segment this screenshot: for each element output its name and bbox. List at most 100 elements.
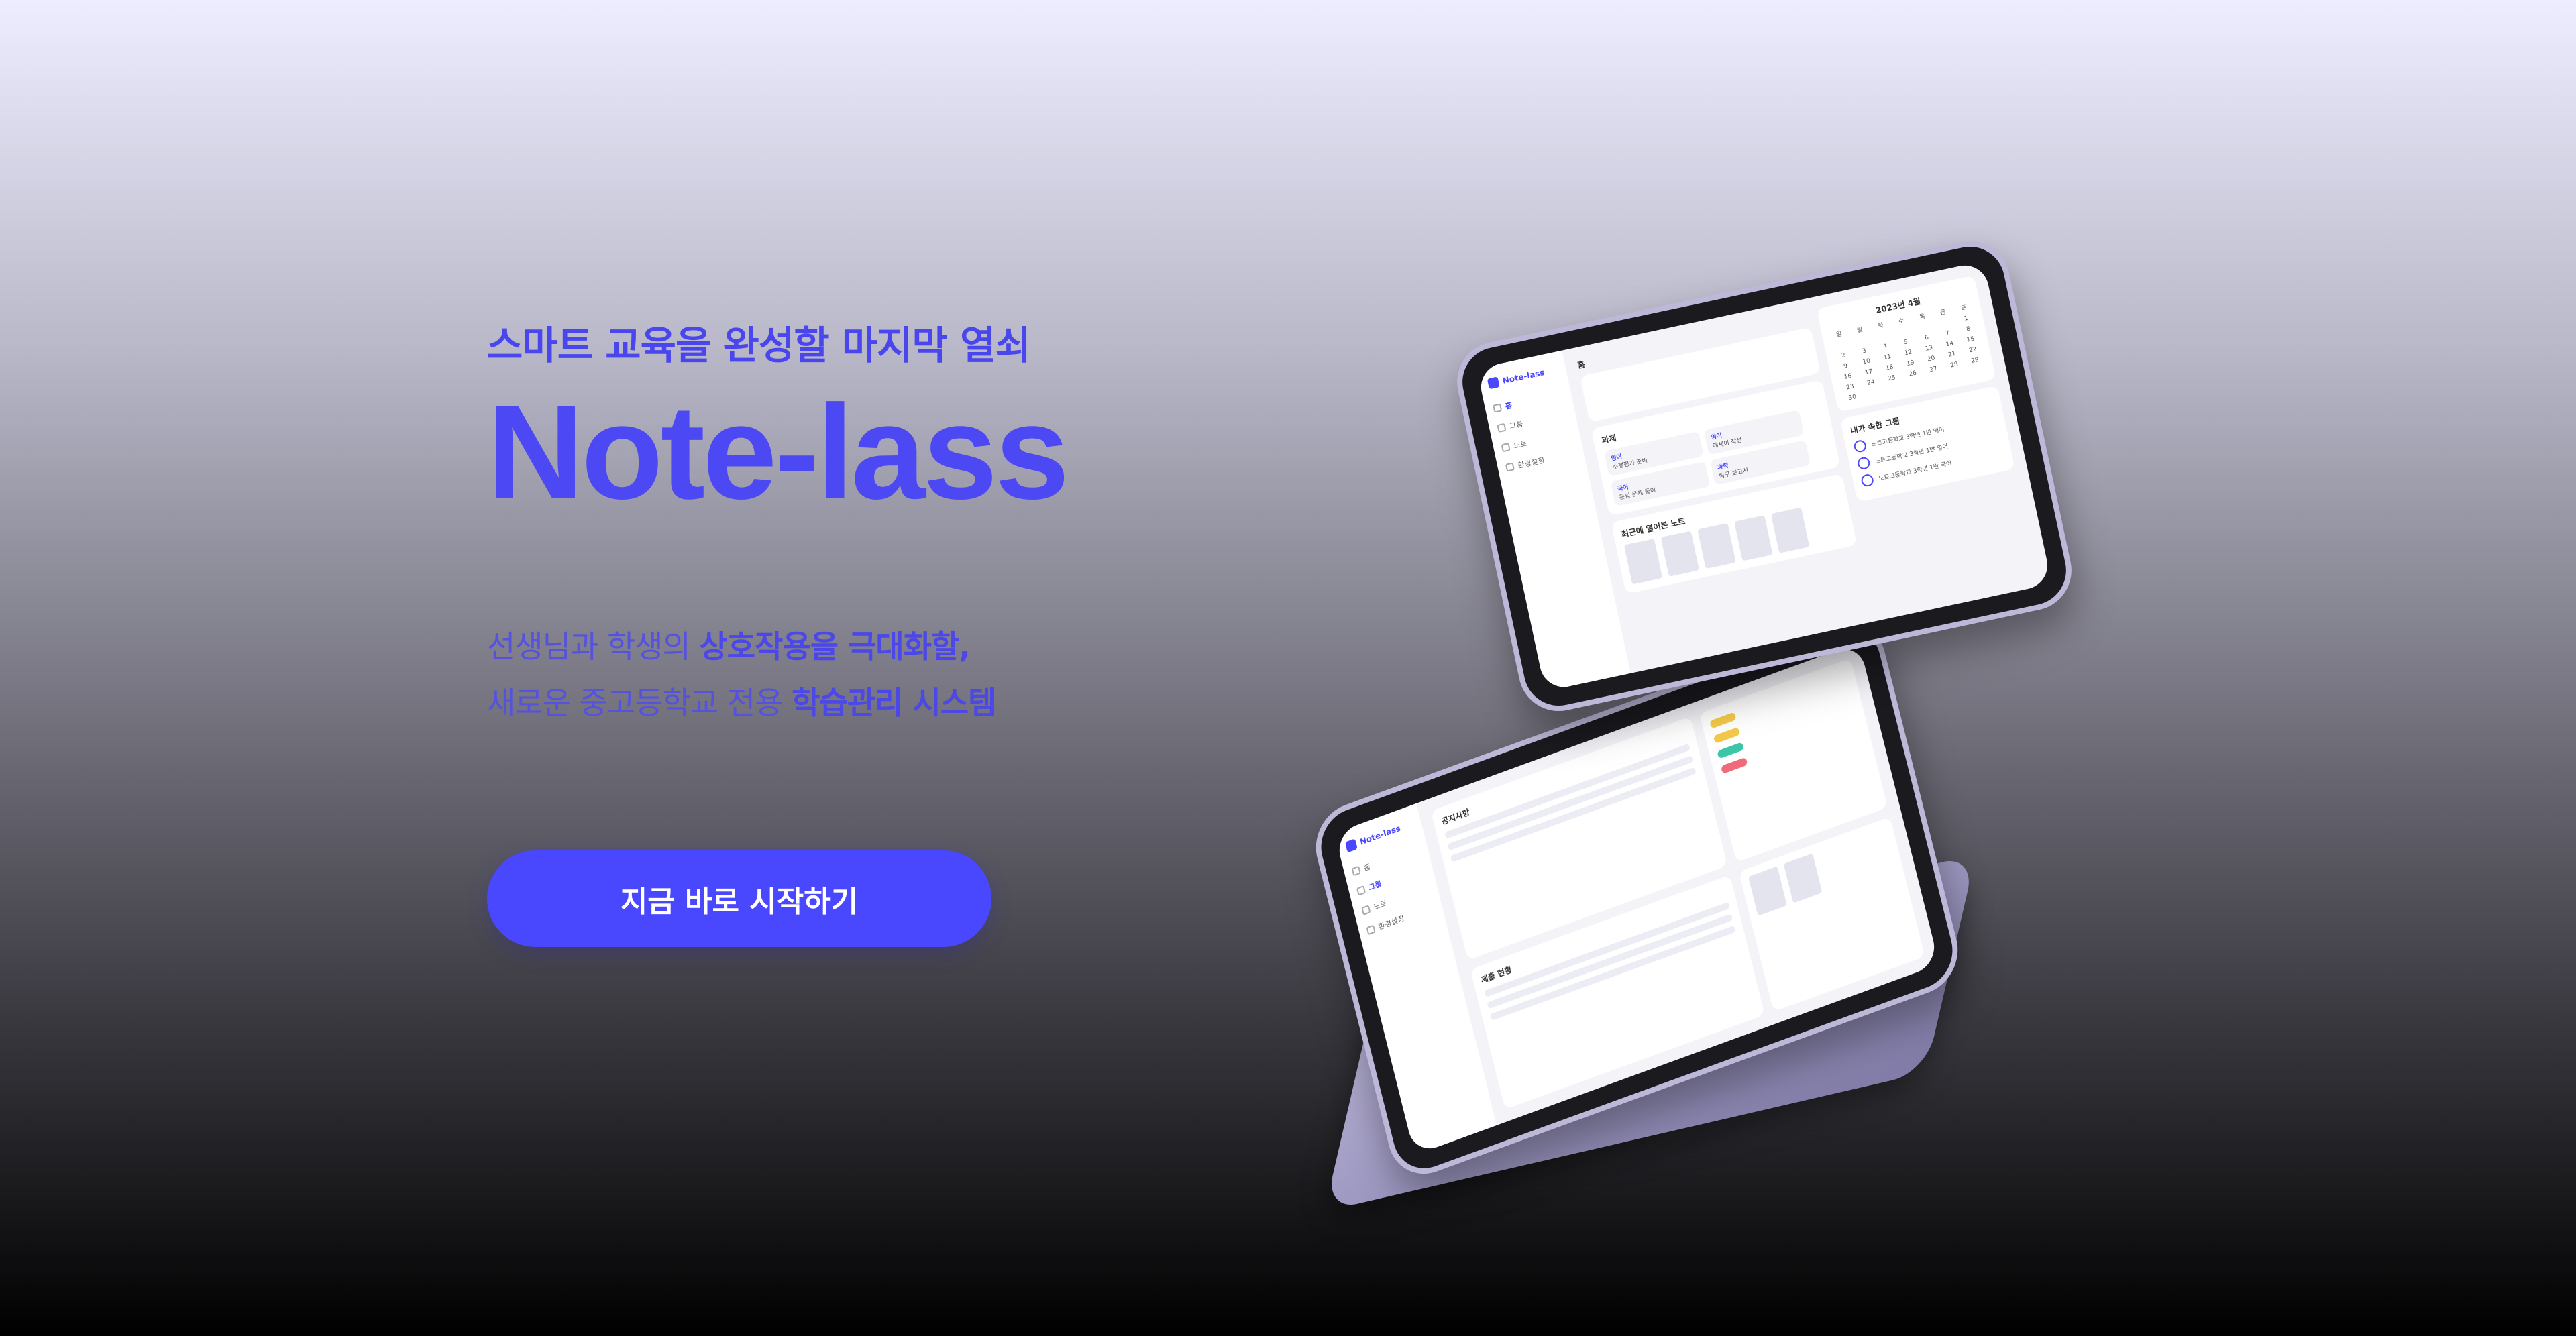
calendar-date: 3 [1862,347,1867,355]
calendar-weekday: 목 [1919,313,1926,321]
hero-description: 선생님과 학생의 상호작용을 극대화할, 새로운 중고등학교 전용 학습관리 시… [487,618,996,731]
calendar-date: 15 [1966,335,1976,344]
calendar-date: 18 [1885,364,1894,372]
notice-line [1450,767,1697,863]
calendar-date: 16 [1843,372,1853,381]
calendar-date: 30 [1847,394,1858,402]
calendar-weekday: 수 [1898,317,1905,326]
group-icon [1356,885,1366,896]
brand-title: Note-lass [487,378,1069,527]
calendar-date: 1 [1964,315,1969,323]
calendar-date: 12 [1903,349,1913,357]
front-nav-note: 노트 [1501,429,1572,454]
start-now-button[interactable]: 지금 바로 시작하기 [487,850,991,947]
note-thumbnail [1748,866,1787,916]
front-nav-settings-label: 환경설정 [1517,455,1546,470]
note-icon [1361,905,1371,916]
status-pill [1709,712,1737,729]
calendar-date: 19 [1906,359,1915,368]
front-tablet: Note-lass 홈 그룹 노트 환경설정 홈 과제 영어 수행평가 준비 영어… [1449,233,2080,719]
calendar-date: 9 [1843,362,1849,370]
front-nav-group: 그룹 [1497,408,1568,434]
notice-line [1444,743,1691,839]
calendar-date: 11 [1882,353,1892,362]
calendar-date: 8 [1966,325,1972,333]
calendar-date: 20 [1927,355,1936,364]
calendar-weekday: 토 [1960,304,1968,313]
hero-subtitle: 스마트 교육을 완성할 마지막 열쇠 [487,323,1031,368]
description-line-2-emphasis: 학습관리 시스템 [792,685,996,721]
calendar-date: 4 [1882,343,1888,351]
gear-icon [1505,462,1515,472]
calendar-date: 25 [1887,374,1896,383]
submission-line [1489,925,1736,1021]
calendar-date: 5 [1903,339,1909,347]
status-pill [1720,757,1748,775]
back-app-name: Note-lass [1358,823,1402,847]
calendar-date: 7 [1945,330,1951,338]
calendar-date [1894,327,1913,337]
front-tablet-screen: Note-lass 홈 그룹 노트 환경설정 홈 과제 영어 수행평가 준비 영어… [1477,261,2052,691]
front-nav-home: 홈 [1493,389,1564,414]
calendar-weekday: 화 [1877,322,1884,330]
group-avatar [1860,473,1875,488]
back-nav-home-label: 홈 [1362,862,1372,873]
back-nav-note-label: 노트 [1373,899,1388,912]
calendar-date: 22 [1968,346,1978,355]
front-nav-settings: 환경설정 [1505,448,1576,474]
group-avatar [1856,456,1871,471]
group-avatar [1853,439,1868,454]
tablet-mockup-illustration: Note-lass 홈 그룹 노트 환경설정 공지사항 제출 현황 Note-l… [1261,233,2106,1212]
description-line-1: 선생님과 학생의 상호작용을 극대화할, [487,618,996,675]
home-icon [1351,865,1361,877]
logo-icon [1344,838,1358,853]
calendar-date [1853,336,1871,346]
calendar-date: 26 [1908,370,1917,378]
calendar-date [1832,340,1850,350]
calendar-date: 24 [1866,378,1876,387]
calendar-weekday: 월 [1856,326,1864,335]
description-line-2-normal: 새로운 중고등학교 전용 [487,685,792,721]
front-app-name: Note-lass [1501,367,1546,386]
home-icon [1493,403,1503,413]
note-thumbnail [1734,515,1773,561]
calendar-date: 23 [1845,383,1855,392]
status-pill [1713,726,1741,744]
group-icon [1497,423,1507,433]
front-app-logo: Note-lass [1487,364,1559,390]
status-pill [1717,742,1744,759]
calendar-date: 27 [1929,366,1938,374]
front-app-main: 홈 과제 영어 수행평가 준비 영어 에세이 작성 국어 문법 문제 풀이 과학 탐구 … [1562,261,2051,673]
calendar-date: 29 [1970,356,1980,365]
description-line-2: 새로운 중고등학교 전용 학습관리 시스템 [487,675,996,731]
calendar-date [1874,331,1892,341]
front-nav-note-label: 노트 [1513,439,1528,451]
note-thumbnail [1660,531,1700,577]
calendar-weekday: 일 [1835,331,1843,339]
note-thumbnail [1623,539,1663,585]
calendar-date: 10 [1862,357,1872,366]
note-thumbnail [1770,507,1810,553]
gear-icon [1366,924,1376,936]
note-thumbnail [1697,522,1736,569]
calendar-date [1936,318,1954,328]
calendar-date: 21 [1947,350,1957,359]
description-line-1-emphasis: 상호작용을 극대화할, [699,628,970,665]
calendar-date: 17 [1864,368,1874,377]
logo-icon [1487,376,1500,390]
calendar-date: 28 [1949,361,1959,370]
calendar-date: 13 [1924,344,1934,353]
front-left-column: 홈 과제 영어 수행평가 준비 영어 에세이 작성 국어 문법 문제 풀이 과학 탐구 … [1576,311,1871,659]
calendar-date: 14 [1945,340,1955,349]
description-line-1-normal: 선생님과 학생의 [487,628,700,665]
hero-section: 스마트 교육을 완성할 마지막 열쇠 Note-lass [487,315,1359,523]
note-thumbnail [1783,852,1823,903]
calendar-date: 2 [1841,352,1846,360]
front-nav-home-label: 홈 [1504,401,1513,411]
calendar-date: 6 [1924,334,1930,342]
back-nav-group-label: 그룹 [1367,879,1383,893]
calendar-weekday: 금 [1939,309,1947,317]
note-icon [1501,443,1511,453]
calendar-date [1915,323,1933,333]
front-nav-group-label: 그룹 [1508,419,1524,431]
